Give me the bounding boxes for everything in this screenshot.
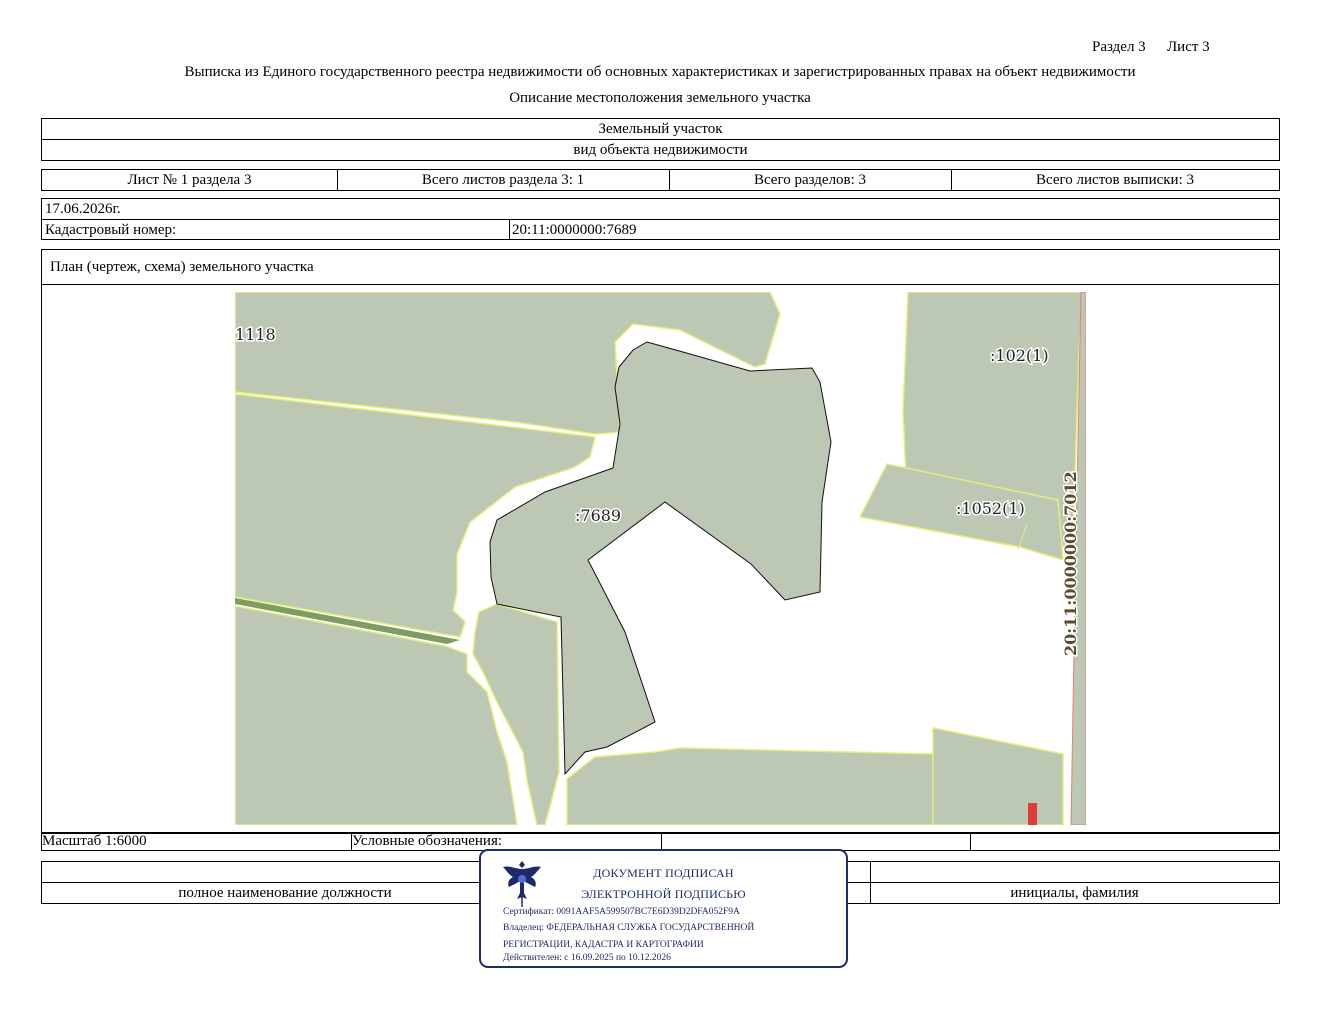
name-caption: инициалы, фамилия bbox=[1010, 885, 1139, 901]
total-sections: Всего разделов: 3 bbox=[753, 172, 867, 188]
label-parcel-1052: :1052(1) bbox=[956, 499, 1025, 518]
parcel-map: 1118 :7689 :102(1) :1052(1) 20:11:000000… bbox=[235, 292, 1086, 825]
label-main-parcel: :7689 bbox=[575, 506, 621, 525]
stamp-owner-1: Владелец: ФЕДЕРАЛЬНАЯ СЛУЖБА ГОСУДАРСТВЕ… bbox=[503, 923, 755, 933]
section-number: Раздел 3 bbox=[1092, 39, 1146, 55]
sheets-table: Лист № 1 раздела 3 Всего листов раздела … bbox=[41, 169, 1280, 191]
red-marker bbox=[1028, 803, 1037, 825]
esignature-stamp: ДОКУМЕНТ ПОДПИСАН ЭЛЕКТРОННОЙ ПОДПИСЬЮ С… bbox=[479, 849, 848, 968]
legend-label: Условные обозначения: bbox=[352, 833, 503, 849]
stamp-valid: Действителен: с 16.09.2025 по 10.12.2026 bbox=[503, 953, 671, 963]
stamp-line2: ЭЛЕКТРОННОЙ ПОДПИСЬЮ bbox=[581, 887, 746, 901]
plan-title: План (чертеж, схема) земельного участка bbox=[50, 259, 314, 275]
extract-date: 17.06.2026г. bbox=[45, 201, 121, 217]
info-table: 17.06.2026г. Кадастровый номер: 20:11:00… bbox=[41, 198, 1280, 240]
scale: Масштаб 1:6000 bbox=[42, 833, 147, 849]
label-left-parcel: 1118 bbox=[235, 325, 276, 344]
total-sheets: Всего листов выписки: 3 bbox=[1036, 172, 1194, 188]
label-parcel-102: :102(1) bbox=[990, 346, 1049, 365]
stamp-owner-2: РЕГИСТРАЦИИ, КАДАСТРА И КАРТОГРАФИИ bbox=[503, 940, 704, 950]
object-type-caption: вид объекта недвижимости bbox=[573, 142, 748, 158]
parcel-bottom bbox=[566, 747, 936, 825]
section-sheets: Всего листов раздела 3: 1 bbox=[421, 172, 585, 188]
position-caption: полное наименование должности bbox=[178, 885, 392, 901]
stamp-line1: ДОКУМЕНТ ПОДПИСАН bbox=[593, 866, 734, 880]
object-type-value: Земельный участок bbox=[598, 121, 723, 137]
label-road: 20:11:0000000:7012 bbox=[1061, 471, 1080, 656]
sheet-no: Лист № 1 раздела 3 bbox=[127, 172, 252, 188]
sheet-number: Лист 3 bbox=[1167, 39, 1210, 55]
document-title: Выписка из Единого государственного реес… bbox=[184, 64, 1136, 80]
object-type-table: Земельный участок вид объекта недвижимос… bbox=[41, 118, 1280, 161]
document-subtitle: Описание местоположения земельного участ… bbox=[509, 90, 811, 106]
stamp-certificate: Сертификат: 0091AAF5A599507BC7E6D39D2DFA… bbox=[503, 907, 740, 917]
cadastral-label: Кадастровый номер: bbox=[45, 222, 177, 238]
cadastral-value: 20:11:0000000:7689 bbox=[512, 222, 637, 238]
